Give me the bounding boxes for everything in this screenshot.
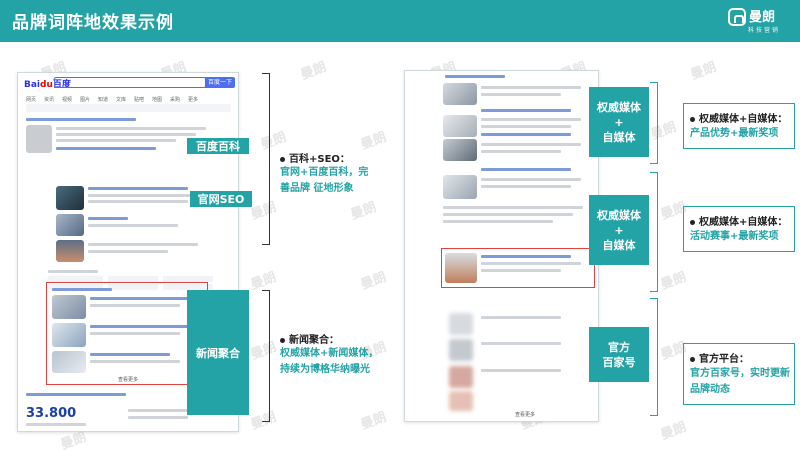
note-label-text: 新闻聚合： (289, 335, 339, 346)
rtag-line: 权威媒体 (597, 208, 641, 222)
note-label-text: 百科+SEO： (289, 154, 350, 165)
watermark-text: 曼朗 (358, 129, 389, 153)
desc-line: 产品优势+最新奖项 (690, 128, 779, 139)
rtag-line: 自媒体 (602, 130, 636, 144)
desc-line: 活动赛事+最新奖项 (690, 231, 779, 242)
rtag-line: + (614, 115, 624, 129)
watermark-text: 曼朗 (358, 269, 389, 293)
bracket-news (262, 290, 270, 422)
search-input[interactable] (54, 77, 206, 88)
bullet-icon (280, 337, 285, 343)
watermark-text: 曼朗 (688, 59, 719, 83)
desc-line: 官方百家号，实时更新 (690, 368, 790, 379)
tab-item[interactable]: 网页 (26, 96, 36, 103)
watermark-text: 曼朗 (658, 269, 689, 293)
note-seo-desc: 官网+百度百科，完 善品牌 征地形象 (280, 165, 368, 197)
rtag-media-2: 权威媒体 + 自媒体 (589, 195, 649, 265)
desc-line: 权威媒体+新闻媒体， (280, 348, 379, 359)
rnote-label-text: 权威媒体+自媒体： (699, 217, 788, 228)
tag-news: 新闻聚合 (187, 290, 249, 415)
brand-logo: 曼朗 科技营销 (728, 6, 784, 38)
rnote-label-text: 权威媒体+自媒体： (699, 114, 788, 125)
brand-sub: 科技营销 (748, 27, 781, 34)
rnote-desc-2: 活动赛事+最新奖项 (690, 229, 778, 245)
rnote-label-1: 权威媒体+自媒体： (690, 110, 787, 125)
brand-name: 曼朗 (749, 10, 776, 25)
tab-item[interactable]: 知道 (98, 96, 108, 103)
rnote-desc-1: 产品优势+最新奖项 (690, 126, 778, 142)
rtag-line: 百家号 (602, 355, 636, 369)
tab-item[interactable]: 视频 (62, 96, 72, 103)
rnote-desc-3: 官方百家号，实时更新 品牌动态 (690, 366, 790, 398)
rtag-line: + (614, 223, 624, 237)
watermark-text: 曼朗 (348, 199, 379, 223)
stock-price: 33.800 (26, 406, 77, 421)
tab-item[interactable]: 资讯 (44, 96, 54, 103)
rtag-line: 自媒体 (602, 238, 636, 252)
more-link[interactable]: 查看更多 (118, 376, 138, 383)
desc-line: 善品牌 征地形象 (280, 183, 354, 194)
rnote-label-2: 权威媒体+自媒体： (690, 213, 787, 228)
tab-item[interactable]: 地图 (152, 96, 162, 103)
watermark-text: 曼朗 (248, 269, 279, 293)
more-link[interactable]: 查看更多 (515, 411, 535, 418)
page-title: 品牌词阵地效果示例 (12, 13, 174, 33)
rtag-official: 官方 百家号 (589, 327, 649, 382)
rtag-line: 权威媒体 (597, 100, 641, 114)
bullet-icon (690, 116, 695, 122)
desc-line: 官网+百度百科，完 (280, 167, 369, 178)
note-seo-label: 百科+SEO： (280, 150, 350, 165)
desc-line: 品牌动态 (690, 384, 730, 395)
rtag-line: 官方 (608, 340, 630, 354)
bracket-r3 (650, 298, 658, 416)
tab-item[interactable]: 贴吧 (134, 96, 144, 103)
header-bar: 品牌词阵地效果示例 曼朗 科技营销 (0, 0, 800, 42)
tag-seo: 官网SEO (190, 191, 252, 207)
rnote-label-text: 官方平台： (699, 354, 749, 365)
watermark-text: 曼朗 (658, 419, 689, 443)
note-news-desc: 权威媒体+新闻媒体， 持续为博格华纳曝光 (280, 346, 378, 378)
tag-baike: 百度百科 (187, 138, 249, 154)
tab-item[interactable]: 更多 (188, 96, 198, 103)
news-list-screenshot: 查看更多 (404, 70, 599, 422)
note-news-label: 新闻聚合： (280, 331, 339, 346)
bullet-icon (690, 219, 695, 225)
tab-item[interactable]: 文库 (116, 96, 126, 103)
watermark-text: 曼朗 (298, 59, 329, 83)
tab-item[interactable]: 采购 (170, 96, 180, 103)
logo-mark-icon (728, 8, 746, 26)
bracket-r2 (650, 172, 658, 292)
bullet-icon (690, 356, 695, 362)
rnote-label-3: 官方平台： (690, 350, 749, 365)
bracket-r1 (650, 82, 658, 164)
watermark-text: 曼朗 (358, 409, 389, 433)
bullet-icon (280, 156, 285, 162)
rtag-media-1: 权威媒体 + 自媒体 (589, 87, 649, 157)
bracket-seo (262, 73, 270, 245)
desc-line: 持续为博格华纳曝光 (280, 364, 370, 375)
search-button[interactable]: 百度一下 (205, 77, 235, 88)
tab-item[interactable]: 图片 (80, 96, 90, 103)
